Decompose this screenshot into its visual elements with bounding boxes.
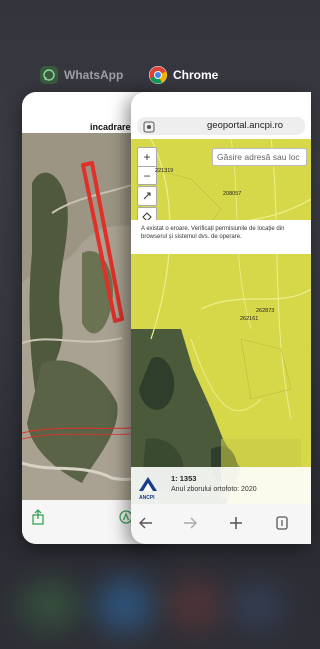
measure-icon — [143, 192, 151, 200]
tab-icon[interactable] — [143, 120, 155, 138]
chrome-card[interactable]: geoportal.ancpi.ro + − Găsire adresă sau… — [131, 92, 311, 544]
dock-blur — [230, 582, 285, 630]
zoom-in-button[interactable]: + — [138, 148, 156, 166]
zoom-out-button[interactable]: − — [138, 166, 156, 185]
arrow-left-icon — [139, 517, 152, 529]
whatsapp-icon — [40, 66, 58, 84]
measure-button[interactable] — [137, 186, 157, 206]
new-tab-button[interactable] — [225, 512, 247, 534]
map-scale: 1: 1353 — [171, 474, 197, 483]
url-text: geoportal.ancpi.ro — [207, 120, 284, 131]
parcel-label: 262873 — [256, 308, 275, 314]
logo-text: ANCPI — [139, 495, 155, 501]
parcel-label: 208057 — [223, 191, 242, 197]
tabs-button[interactable] — [271, 512, 293, 534]
share-icon[interactable] — [31, 509, 45, 530]
location-error-box: A existat o eroare. Verificați permisiun… — [131, 220, 311, 254]
plus-icon — [230, 517, 242, 529]
app-name: WhatsApp — [64, 68, 124, 82]
address-search-input[interactable]: Găsire adresă sau loc — [212, 148, 307, 166]
app-name: Chrome — [173, 68, 219, 82]
parcel-label: 262161 — [240, 316, 259, 322]
back-button[interactable] — [135, 512, 157, 534]
forward-button[interactable] — [179, 512, 201, 534]
chrome-icon — [149, 66, 167, 84]
app-label-whatsapp[interactable]: WhatsApp — [40, 66, 123, 84]
dock-blur — [20, 580, 80, 630]
address-bar[interactable]: geoportal.ancpi.ro — [137, 117, 305, 135]
parcel-label: 221319 — [155, 168, 174, 174]
orthophoto-year: Anul zborului ortofoto: 2020 — [171, 486, 257, 493]
browser-toolbar — [131, 504, 311, 544]
arrow-right-icon — [184, 517, 197, 529]
chat-title: incadrare — [90, 122, 131, 132]
error-message: A existat o eroare. Verificați permisiun… — [141, 226, 285, 240]
dock-blur — [165, 580, 225, 630]
zoom-controls: + − — [137, 147, 157, 185]
app-label-chrome[interactable]: Chrome — [149, 66, 218, 84]
dock-blur — [95, 578, 155, 633]
map-info-panel: ANCPI 1: 1353 Anul zborului ortofoto: 20… — [131, 467, 311, 505]
tab-switcher-icon — [276, 516, 288, 530]
